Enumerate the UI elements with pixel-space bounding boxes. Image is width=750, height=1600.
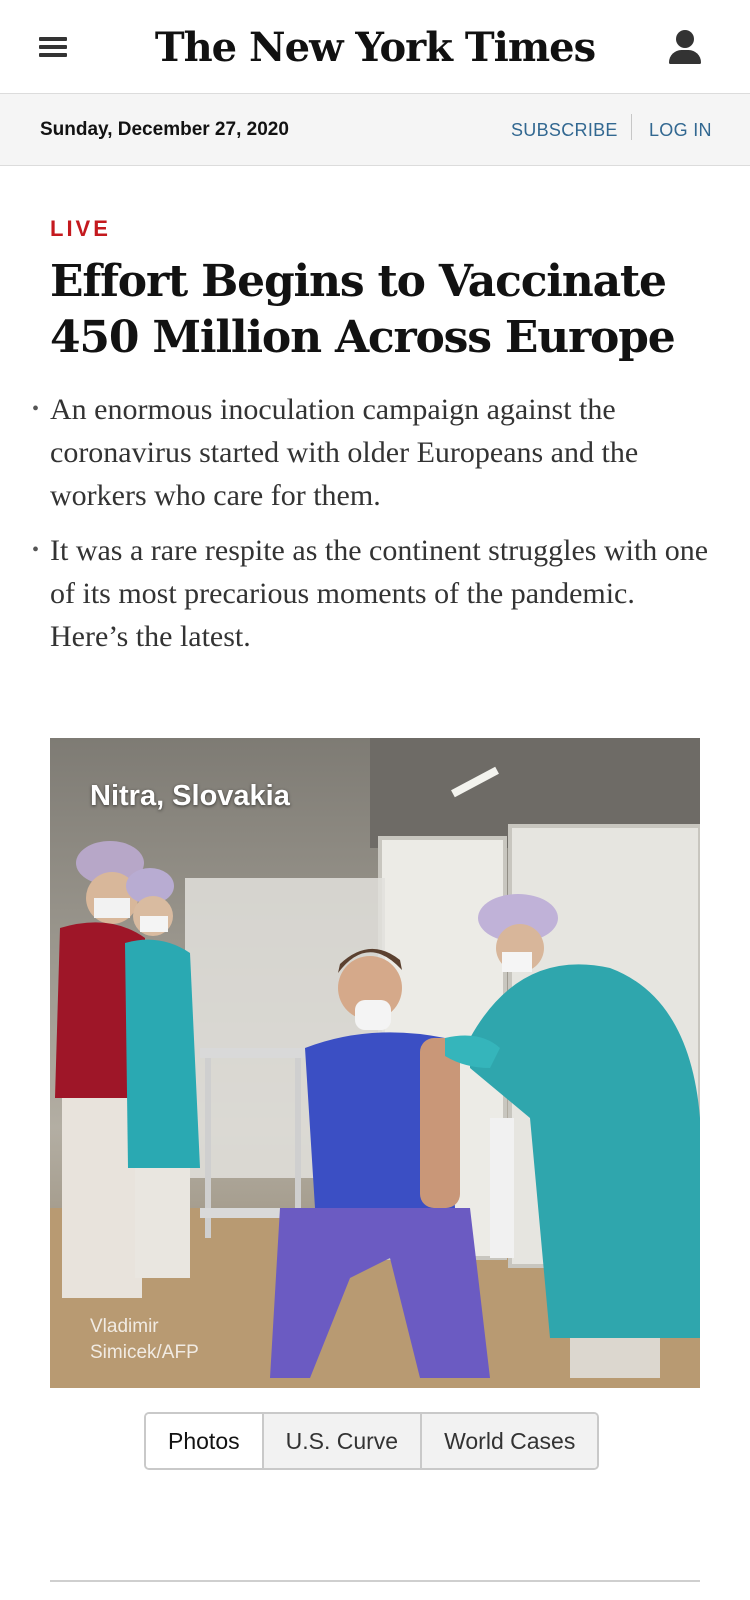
lead-photo[interactable]: Nitra, Slovakia Vladimir Simicek/AFP	[50, 738, 700, 1388]
summary-bullet-text: An enormous inoculation campaign against…	[50, 393, 639, 512]
summary-bullet: • It was a rare respite as the continent…	[32, 529, 710, 658]
login-link[interactable]: LOG IN	[649, 120, 712, 141]
vaccination-photo-illustration	[50, 738, 700, 1388]
media-tabs: Photos U.S. Curve World Cases	[144, 1412, 600, 1470]
divider	[631, 114, 632, 140]
photo-credit: Vladimir Simicek/AFP	[90, 1316, 199, 1363]
nyt-logo[interactable]: The New York Times	[0, 20, 750, 76]
live-kicker: LIVE	[50, 216, 111, 241]
tab-world-cases[interactable]: World Cases	[420, 1414, 598, 1468]
user-account-icon[interactable]	[668, 28, 702, 66]
bullet-dot-icon: •	[32, 398, 40, 420]
top-navigation-bar: The New York Times	[0, 0, 750, 94]
current-date: Sunday, December 27, 2020	[40, 119, 289, 140]
date-subscribe-bar: Sunday, December 27, 2020 SUBSCRIBE LOG …	[0, 94, 750, 166]
article-headline[interactable]: Effort Begins to Vaccinate 450 Million A…	[50, 254, 710, 366]
subscribe-link[interactable]: SUBSCRIBE	[511, 120, 618, 141]
tab-us-curve[interactable]: U.S. Curve	[261, 1414, 421, 1468]
summary-bullet-text: It was a rare respite as the continent s…	[50, 534, 709, 653]
summary-bullet: • An enormous inoculation campaign again…	[32, 388, 710, 517]
bullet-dot-icon: •	[32, 539, 40, 561]
section-divider	[50, 1580, 700, 1582]
photo-location-label: Nitra, Slovakia	[90, 780, 290, 812]
summary-bullets: • An enormous inoculation campaign again…	[32, 388, 710, 670]
tab-photos[interactable]: Photos	[146, 1414, 262, 1468]
